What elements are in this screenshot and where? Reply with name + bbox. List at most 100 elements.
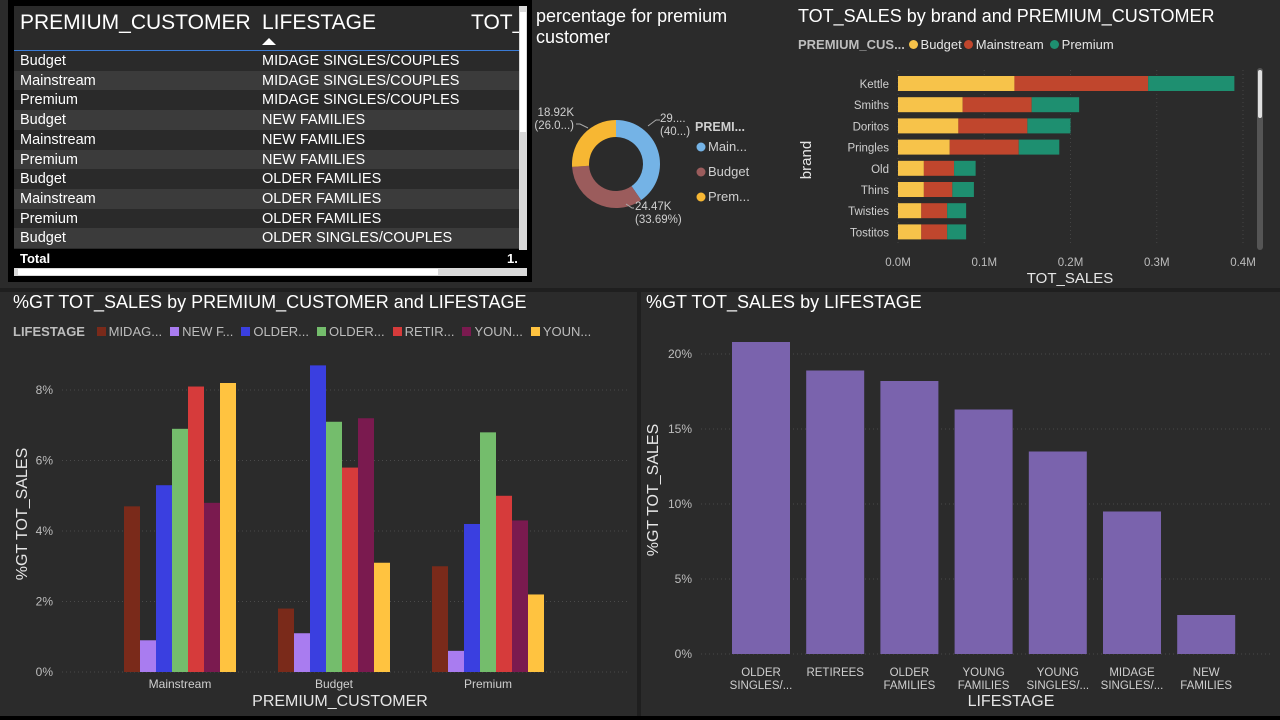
ls-xtick-label: OLDER — [890, 667, 930, 679]
horizontal-scroll-thumb[interactable] — [18, 269, 438, 275]
brand-bar-chart: 0.0M 0.1M 0.2M 0.3M 0.4M Kettle Smiths Doritos P… — [798, 68, 1263, 287]
table-header-row: PREMIUM_CUSTOMER LIFESTAGE TOT_ — [14, 6, 524, 51]
brand-category-label: Doritos — [853, 121, 890, 133]
brand-bar-segment-mainstream — [923, 160, 955, 176]
brand-bar-segment-premium — [954, 160, 976, 176]
table-row[interactable]: Budget NEW FAMILIES — [14, 110, 520, 130]
cell-premium-customer: Budget — [20, 112, 66, 129]
brand-bar-segment-mainstream — [921, 224, 948, 240]
ls-xtick-label: SINGLES/... — [730, 680, 793, 692]
brand-bar-segment-mainstream — [949, 139, 1019, 155]
brand-chart-visual[interactable]: TOT_SALES by brand and PREMIUM_CUSTOMER … — [782, 0, 1276, 288]
donut-data-label: 18.92K — [538, 107, 575, 119]
brand-bar-segment-budget — [898, 182, 924, 197]
table-row[interactable]: Mainstream OLDER FAMILIES — [14, 188, 520, 209]
cell-lifestage: MIDAGE SINGLES/COUPLES — [262, 72, 460, 89]
ls-bar — [1028, 451, 1087, 654]
lc-bar — [188, 386, 204, 672]
brand-bar-segment-mainstream — [923, 182, 953, 197]
total-value: 1. — [507, 251, 518, 266]
donut-chart: 29....(40...) 24.47K(33.69%) 18.92K(26.0..… — [534, 107, 750, 226]
lc-bar — [342, 467, 358, 672]
ls-bar — [954, 409, 1013, 654]
brand-category-label: Old — [871, 164, 889, 176]
ls-bar — [1177, 615, 1236, 654]
table-row[interactable]: Premium NEW FAMILIES — [14, 149, 520, 170]
brand-xaxis-title: TOT_SALES — [1027, 270, 1113, 287]
ls-bar — [732, 342, 790, 654]
table-row[interactable]: Mainstream NEW FAMILIES — [14, 130, 520, 150]
cell-lifestage: NEW FAMILIES — [262, 151, 366, 168]
table-row[interactable]: Budget MIDAGE SINGLES/COUPLES — [14, 51, 520, 71]
donut-data-label: (33.69%) — [635, 214, 682, 226]
donut-data-label: 29.... — [660, 113, 686, 125]
bottom-strip — [0, 716, 1280, 720]
table-row[interactable]: Mainstream MIDAGE SINGLES/COUPLES — [14, 70, 520, 91]
table-row[interactable]: Budget OLDER FAMILIES — [14, 169, 520, 189]
donut-legend-dot — [696, 142, 706, 152]
cell-lifestage: NEW FAMILIES — [262, 131, 366, 148]
brand-chart-scroll-thumb[interactable] — [1258, 70, 1262, 118]
ls-xtick-label: FAMILIES — [1180, 680, 1232, 692]
brand-xtick-label: 0.1M — [971, 257, 997, 269]
horizontal-scrollbar[interactable] — [14, 268, 527, 276]
table-visual[interactable]: PREMIUM_CUSTOMER LIFESTAGE TOT_ Budget MI… — [8, 0, 532, 282]
cell-premium-customer: Budget — [20, 171, 66, 188]
ls-ytick-label: 5% — [675, 572, 693, 586]
brand-category-label: Twisties — [848, 206, 889, 218]
ls-xtick-label: YOUNG — [1037, 667, 1079, 679]
brand-bar-segment-budget — [898, 118, 959, 134]
ls-xtick-label: RETIREES — [806, 667, 864, 679]
brand-bar-segment-mainstream — [958, 118, 1028, 134]
cell-lifestage: OLDER FAMILIES — [262, 190, 382, 207]
donut-legend-title: PREMI... — [695, 120, 745, 134]
brand-bar-segment-premium — [947, 224, 967, 240]
brand-bar-segment-premium — [1027, 118, 1071, 134]
column-header-lifestage[interactable]: LIFESTAGE — [262, 11, 376, 35]
ls-xtick-label: SINGLES/... — [1101, 680, 1164, 692]
column-header-tot-sales[interactable]: TOT_ — [471, 11, 524, 35]
lifestage-bar-chart: 0%5%10%15%20%OLDERSINGLES/...RETIREES OLD… — [645, 342, 1271, 710]
cell-lifestage: MIDAGE SINGLES/COUPLES — [262, 92, 460, 109]
ls-xtick-label: FAMILIES — [958, 680, 1010, 692]
cell-premium-customer: Premium — [20, 92, 79, 109]
donut-leader-line — [647, 119, 660, 127]
ls-bar — [880, 381, 939, 654]
lifestage-customer-bar-chart: 0% 2% 4% 6% 8% Mainstream Budget Premium PREMIUM… — [14, 365, 630, 710]
lc-ytick-label: 4% — [36, 524, 54, 538]
lifestage-customer-visual[interactable]: %GT TOT_SALES by PREMIUM_CUSTOMER and LI… — [0, 292, 637, 716]
lc-xtick-label: Premium — [464, 677, 512, 691]
sort-ascending-icon[interactable] — [262, 38, 276, 45]
lc-bar — [512, 520, 528, 672]
lc-yaxis-title: %GT TOT_SALES — [14, 448, 31, 581]
table-row[interactable]: Budget OLDER SINGLES/COUPLES — [14, 228, 520, 248]
donut-visual[interactable]: percentage for premium customer 29.... (4… — [532, 0, 782, 288]
vertical-scrollbar[interactable] — [519, 6, 527, 250]
donut-slice-budget — [572, 165, 642, 209]
table-row[interactable]: Premium OLDER FAMILIES — [14, 209, 520, 229]
lc-xtick-label: Mainstream — [149, 677, 212, 691]
lc-bar — [310, 365, 326, 672]
vertical-scroll-thumb[interactable] — [520, 12, 526, 132]
lc-bar — [278, 608, 294, 672]
ls-ytick-label: 0% — [675, 647, 693, 661]
table-total-row: Total 1. — [14, 249, 527, 268]
donut-legend-dot — [696, 192, 706, 202]
cell-lifestage: OLDER FAMILIES — [262, 171, 382, 188]
brand-bar-segment-mainstream — [921, 203, 948, 219]
lc-bar — [432, 566, 448, 672]
cell-premium-customer: Mainstream — [20, 131, 96, 148]
column-header-premium-customer[interactable]: PREMIUM_CUSTOMER — [20, 11, 251, 35]
cell-premium-customer: Premium — [20, 210, 79, 227]
cell-lifestage: OLDER SINGLES/COUPLES — [262, 230, 453, 247]
lc-bar — [528, 594, 544, 672]
donut-leader-line — [576, 123, 589, 129]
table-row[interactable]: Premium MIDAGE SINGLES/COUPLES — [14, 90, 520, 110]
lifestage-visual[interactable]: %GT TOT_SALES by LIFESTAGE 0% 5% 10% 15% 20%… — [641, 292, 1280, 716]
brand-bar-segment-budget — [898, 139, 950, 155]
lc-bar — [374, 562, 390, 672]
lc-bar — [326, 421, 342, 672]
brand-xtick-label: 0.3M — [1144, 257, 1170, 269]
lc-xaxis-title: PREMIUM_CUSTOMER — [252, 693, 428, 710]
brand-bar-segment-budget — [898, 203, 922, 219]
